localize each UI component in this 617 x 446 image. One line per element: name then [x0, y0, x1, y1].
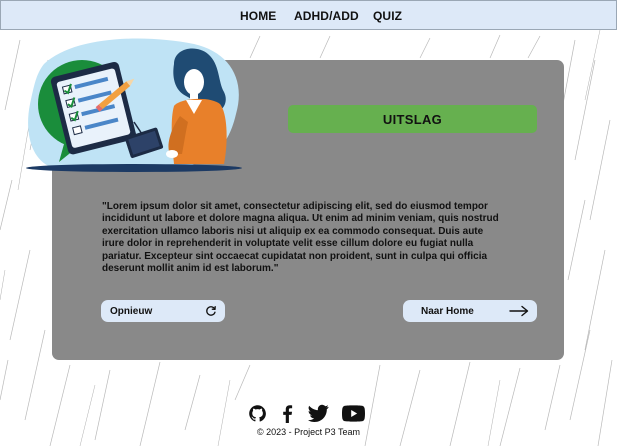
nav-quiz-link[interactable]: QUIZ — [373, 9, 402, 23]
result-description: "Lorem ipsum dolor sit amet, consectetur… — [102, 201, 499, 275]
restart-button[interactable]: Opnieuw — [101, 300, 225, 322]
top-navigation: HOME ADHD/ADD QUIZ — [0, 0, 617, 30]
go-home-button[interactable]: Naar Home — [403, 300, 537, 322]
copyright-text: © 2023 - Project P3 Team — [256, 427, 361, 437]
arrow-right-icon — [509, 305, 529, 317]
nav-home-link[interactable]: HOME — [240, 9, 276, 23]
twitter-icon[interactable] — [308, 404, 329, 428]
go-home-button-label: Naar Home — [421, 305, 474, 317]
nav-adhd-link[interactable]: ADHD/ADD — [294, 9, 359, 23]
result-title-banner: UITSLAG — [288, 105, 537, 133]
facebook-icon[interactable] — [281, 404, 293, 428]
refresh-icon — [205, 305, 217, 317]
github-icon[interactable] — [248, 404, 267, 428]
social-links — [248, 404, 368, 424]
restart-button-label: Opnieuw — [110, 305, 153, 317]
youtube-icon[interactable] — [342, 404, 365, 428]
quiz-illustration — [26, 38, 242, 172]
